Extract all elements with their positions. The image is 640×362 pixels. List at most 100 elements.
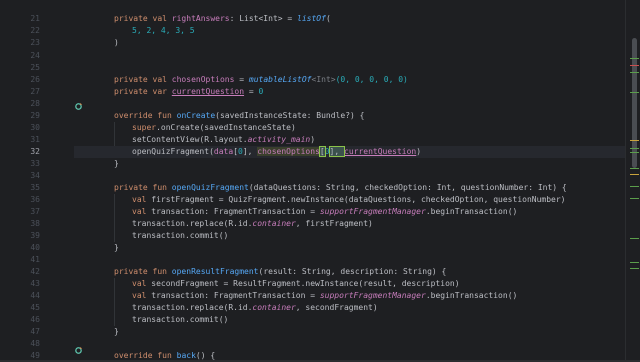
code-line[interactable]: private fun openQuizFragment(dataQuestio… [74,182,626,194]
code-line[interactable] [74,338,626,350]
change-marker[interactable] [630,72,639,73]
code-editor[interactable]: 21 22 23 24 25 26 27 28 29 30 31 32 33 3… [0,0,640,360]
line-number: 45 [30,303,40,312]
change-marker[interactable] [630,152,639,153]
line-number: 42 [30,267,40,276]
keyword: private val [114,14,172,23]
code-text: = [234,75,249,84]
code-text: ) [114,38,119,47]
change-marker[interactable] [630,198,639,199]
keyword: private var [114,87,172,96]
change-marker[interactable] [630,58,639,59]
line-number: 49 [30,351,40,360]
line-number: 22 [30,26,40,35]
code-text: .beginTransaction() [425,291,518,300]
keyword: val [132,279,152,288]
change-marker[interactable] [630,268,639,269]
code-line[interactable]: override fun onCreate(savedInstanceState… [74,110,626,122]
code-text: transaction: FragmentTransaction = [151,291,320,300]
code-line[interactable]: val transaction: FragmentTransaction = s… [74,206,626,218]
property-name: currentQuestion [344,147,417,156]
code-text: transaction.replace(R.id. [132,219,253,228]
code-text: transaction: FragmentTransaction = [151,207,320,216]
code-line[interactable]: transaction.commit() [74,314,626,326]
code-text: (result: String, description: String) { [258,267,447,276]
code-text: } [114,327,119,336]
code-line[interactable] [74,50,626,62]
number-literal: 0 [324,147,330,156]
code-text: transaction.replace(R.id. [132,303,253,312]
code-line[interactable]: } [74,158,626,170]
code-line[interactable]: override fun back() { [74,350,626,362]
code-text: (savedInstanceState: Bundle?) { [215,111,365,120]
code-text: setContentView(R.layout. [132,135,248,144]
property-name: currentQuestion [171,87,245,96]
code-line[interactable]: transaction.replace(R.id.container, seco… [74,302,626,314]
number-literal: 5, 2, 4, 3, 5 [132,26,195,35]
code-line[interactable]: val transaction: FragmentTransaction = s… [74,290,626,302]
code-text: } [114,243,119,252]
code-line[interactable] [74,62,626,74]
code-line[interactable] [74,98,626,110]
warning-marker[interactable] [630,174,639,175]
code-line[interactable]: transaction.replace(R.id.container, firs… [74,218,626,230]
code-line[interactable]: setContentView(R.layout.activity_main) [74,134,626,146]
code-line[interactable]: private var currentQuestion = 0 [74,86,626,98]
line-number: 29 [30,111,40,120]
change-marker[interactable] [630,262,639,263]
error-marker[interactable] [630,65,639,66]
warning-marker[interactable] [630,140,639,141]
code-line[interactable]: } [74,326,626,338]
code-line[interactable]: val firstFragment = QuizFragment.newInst… [74,194,626,206]
code-line[interactable] [74,254,626,266]
code-line[interactable]: private val rightAnswers: List<Int> = li… [74,13,626,25]
change-marker[interactable] [630,92,639,93]
code-line[interactable]: 5, 2, 4, 3, 5 [74,25,626,37]
line-number-gutter[interactable]: 21 22 23 24 25 26 27 28 29 30 31 32 33 3… [0,0,83,360]
keyword: super [132,123,157,132]
line-number: 39 [30,231,40,240]
property-name: chosenOptions [171,75,235,84]
function-call: listOf [297,14,326,23]
function-name: openQuizFragment [171,183,249,192]
keyword: val [132,291,152,300]
change-marker[interactable] [630,238,639,239]
line-number: 41 [30,255,40,264]
resource-id: container [252,219,296,228]
property-name: data [213,147,234,156]
line-number: 48 [30,339,40,348]
change-marker[interactable] [630,168,639,169]
property-call: supportFragmentManager [319,207,426,216]
code-line[interactable]: private val chosenOptions = mutableListO… [74,74,626,86]
vertical-scrollbar[interactable] [625,0,640,360]
line-number: 27 [30,87,40,96]
keyword: private val [114,75,172,84]
change-marker[interactable] [630,186,639,187]
code-area[interactable]: private val rightAnswers: List<Int> = li… [74,0,626,360]
line-number: 47 [30,327,40,336]
code-line[interactable]: ) [74,37,626,49]
line-number: 44 [30,291,40,300]
keyword: private fun [114,183,172,192]
code-text: ( [325,14,331,23]
code-text: secondFragment = ResultFragment.newInsta… [151,279,460,288]
code-line[interactable]: super.onCreate(savedInstanceState) [74,122,626,134]
property-call: supportFragmentManager [319,291,426,300]
code-text: (dataQuestions: String, checkedOption: I… [248,183,567,192]
code-text: ], [242,147,258,156]
keyword: val [132,207,152,216]
code-line[interactable]: private fun openResultFragment(result: S… [74,266,626,278]
code-text: .beginTransaction() [425,207,518,216]
change-marker[interactable] [630,148,639,149]
code-line[interactable]: transaction.commit() [74,230,626,242]
code-line[interactable]: } [74,242,626,254]
line-number: 35 [30,183,40,192]
property-name: rightAnswers [171,14,230,23]
property-name: chosenOptions [257,147,320,156]
code-line-current[interactable]: openQuizFragment(data[0], chosenOptions[… [74,146,626,158]
line-number: 26 [30,75,40,84]
resource-id: activity_main [247,135,311,144]
code-line[interactable]: val secondFragment = ResultFragment.newI… [74,278,626,290]
code-line[interactable] [74,170,626,182]
code-text: , secondFragment) [295,303,378,312]
